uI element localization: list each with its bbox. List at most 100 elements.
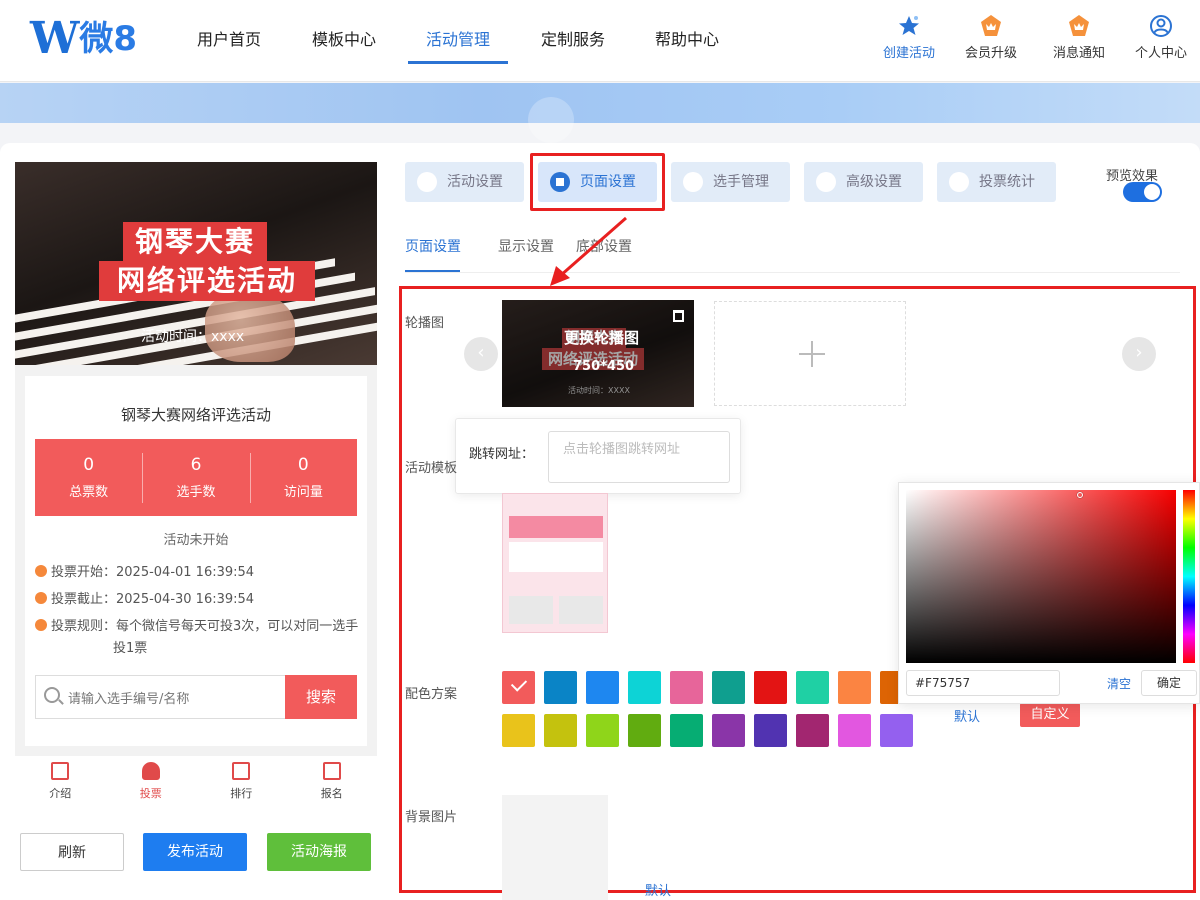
picker-ok-button[interactable]: 确定 — [1141, 670, 1197, 696]
member-upgrade-label: 会员升级 — [964, 46, 1017, 61]
color-swatch[interactable] — [628, 714, 661, 747]
stats-bar: 0 总票数 6 选手数 0 访问量 — [35, 439, 357, 516]
clock-icon — [35, 592, 47, 604]
vote-end-info: 投票截止：2025-04-30 16:39:54 — [35, 589, 254, 611]
publish-button[interactable]: 发布活动 — [143, 833, 247, 871]
subtab-divider — [405, 272, 1180, 273]
activity-title: 钢琴大赛网络评选活动 — [120, 406, 271, 424]
color-swatch[interactable] — [544, 714, 577, 747]
highlight-box-page-settings — [530, 153, 665, 211]
color-swatch[interactable] — [712, 671, 745, 704]
hero-title-line1: 钢琴大赛 — [123, 222, 268, 262]
refresh-button[interactable]: 刷新 — [20, 833, 124, 871]
background-image-label: 背景图片 — [405, 810, 458, 825]
search-button[interactable]: 搜索 — [285, 675, 357, 719]
tab-vote-statistics[interactable]: 投票统计 — [937, 162, 1056, 202]
color-picker: #F75757 清空 确定 — [898, 482, 1200, 704]
vote-start-text: 投票开始：2025-04-01 16:39:54 — [51, 565, 255, 580]
color-swatch[interactable] — [544, 671, 577, 704]
color-swatch[interactable] — [670, 714, 703, 747]
color-swatch[interactable] — [880, 714, 913, 747]
crown-icon — [979, 14, 1003, 38]
picker-clear-button[interactable]: 清空 — [1107, 675, 1131, 692]
color-swatch[interactable] — [796, 714, 829, 747]
nav-custom-service[interactable]: 定制服务 — [541, 26, 605, 62]
podium-icon — [232, 762, 251, 780]
color-swatch[interactable] — [670, 671, 703, 704]
background-default-button[interactable]: 默认 — [645, 880, 671, 899]
tab-vote[interactable]: 投票 — [106, 756, 197, 806]
carousel-overlay — [502, 300, 694, 407]
color-swatch[interactable] — [796, 671, 829, 704]
banner-strip — [0, 83, 1200, 143]
vote-start-info: 投票开始：2025-04-01 16:39:54 — [35, 562, 254, 584]
carousel-replace-text: 更换轮播图 — [564, 329, 640, 347]
notifications-button[interactable]: 消息通知 — [1044, 14, 1114, 61]
color-swatch[interactable] — [502, 714, 535, 747]
subtab-page-settings[interactable]: 页面设置 — [405, 236, 461, 256]
jump-url-label: 跳转网址： — [469, 447, 535, 462]
template-thumb-card — [509, 596, 553, 624]
logo[interactable]: W 微8 — [30, 14, 137, 64]
nav-help[interactable]: 帮助中心 — [655, 26, 719, 62]
tab-advanced-settings[interactable]: 高级设置 — [804, 162, 923, 202]
create-activity-label: 创建活动 — [882, 46, 935, 61]
tab-ranking[interactable]: 排行 — [196, 756, 287, 806]
nav-activity-management[interactable]: 活动管理 — [426, 26, 490, 62]
nav-home[interactable]: 用户首页 — [197, 26, 261, 62]
saturation-panel[interactable] — [906, 490, 1176, 663]
top-nav: W 微8 用户首页 模板中心 活动管理 定制服务 帮助中心 创建活动 会员升级 … — [0, 0, 1200, 82]
saturation-knob[interactable] — [1077, 492, 1083, 498]
color-swatch[interactable] — [502, 671, 535, 704]
stat-visits: 0 访问量 — [249, 439, 357, 516]
vote-end-text: 投票截止：2025-04-30 16:39:54 — [51, 592, 255, 607]
hex-input[interactable]: #F75757 — [906, 670, 1060, 696]
user-center-button[interactable]: 个人中心 — [1126, 14, 1196, 61]
background-image-upload[interactable] — [502, 795, 608, 900]
create-activity-button[interactable]: 创建活动 — [874, 14, 944, 61]
stat-label: 总票数 — [69, 485, 109, 500]
preview-toggle[interactable] — [1123, 182, 1162, 202]
hue-slider[interactable] — [1183, 490, 1195, 663]
color-swatch[interactable] — [628, 671, 661, 704]
vote-rule-info-cont: 投1票 — [113, 641, 148, 656]
carousel-image[interactable]: 钢琴大赛 网络评选活动 活动时间：XXXX 更换轮播图 750*450 — [502, 300, 694, 407]
template-thumbnail[interactable] — [502, 493, 608, 633]
trash-icon[interactable] — [673, 310, 684, 322]
tab-contestant-management[interactable]: 选手管理 — [671, 162, 790, 202]
banner-decoration — [528, 97, 574, 143]
tab-intro[interactable]: 介绍 — [15, 756, 106, 806]
color-default-button[interactable]: 默认 — [954, 706, 980, 725]
notifications-label: 消息通知 — [1052, 46, 1105, 61]
carousel-prev-button[interactable]: ‹ — [464, 337, 498, 371]
member-upgrade-button[interactable]: 会员升级 — [956, 14, 1026, 61]
color-swatch[interactable] — [754, 671, 787, 704]
color-custom-button[interactable]: 自定义 — [1020, 703, 1080, 727]
tab-activity-settings[interactable]: 活动设置 — [405, 162, 524, 202]
poster-button[interactable]: 活动海报 — [267, 833, 371, 871]
bell-icon — [1067, 14, 1091, 38]
jump-url-input[interactable]: 点击轮播图跳转网址 — [548, 431, 730, 483]
color-swatch[interactable] — [754, 714, 787, 747]
tab-label: 介绍 — [49, 787, 72, 800]
tab-signup[interactable]: 报名 — [287, 756, 378, 806]
carousel-label: 轮播图 — [405, 316, 445, 331]
star-icon — [897, 14, 921, 38]
search-input[interactable]: 请输入选手编号/名称 — [68, 688, 189, 707]
activity-card: 钢琴大赛网络评选活动 0 总票数 6 选手数 0 访问量 活动未开始 投票开始：… — [25, 376, 367, 746]
tab-label: 选手管理 — [713, 174, 769, 190]
contestant-search[interactable]: 请输入选手编号/名称 搜索 — [35, 675, 357, 719]
color-swatch[interactable] — [712, 714, 745, 747]
color-swatch[interactable] — [586, 671, 619, 704]
color-swatch[interactable] — [838, 671, 871, 704]
tab-label: 投票统计 — [979, 174, 1035, 190]
carousel-next-button[interactable]: › — [1122, 337, 1156, 371]
add-carousel-button[interactable] — [714, 301, 906, 406]
color-swatch[interactable] — [838, 714, 871, 747]
heart-icon — [417, 172, 437, 192]
search-icon — [44, 687, 60, 703]
color-swatch[interactable] — [586, 714, 619, 747]
stat-label: 选手数 — [176, 485, 216, 500]
stat-contestants: 6 选手数 — [142, 439, 249, 516]
nav-templates[interactable]: 模板中心 — [312, 26, 376, 62]
